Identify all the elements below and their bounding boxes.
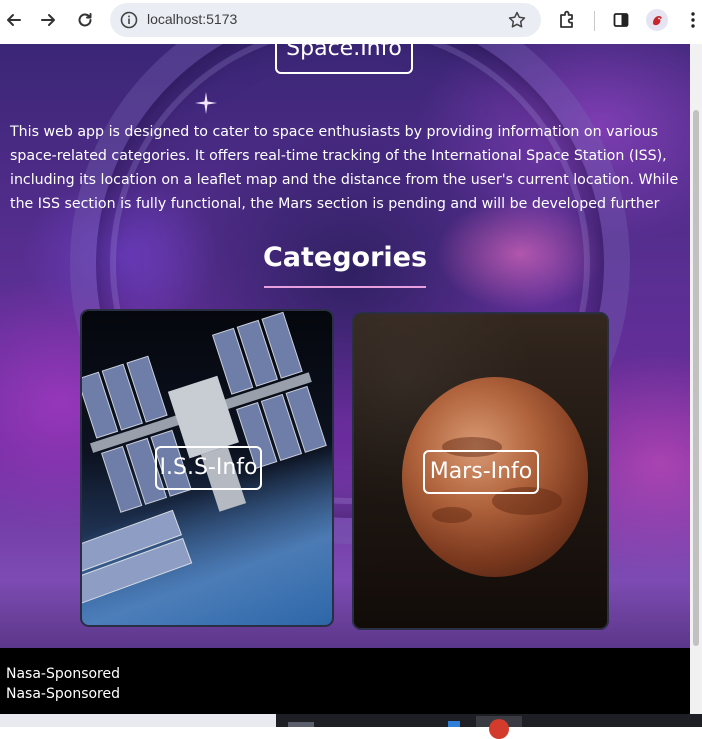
footer-text: Nasa-Sponsored bbox=[6, 666, 120, 682]
sparkle-icon bbox=[195, 92, 217, 114]
taskbar-browser-icon[interactable] bbox=[476, 716, 522, 739]
reload-icon bbox=[78, 13, 92, 27]
toolbar-divider bbox=[594, 11, 595, 31]
address-bar[interactable]: localhost:5173 bbox=[110, 3, 541, 37]
extensions-button[interactable] bbox=[553, 6, 581, 34]
browser-toolbar: localhost:5173 bbox=[0, 0, 702, 44]
forward-button[interactable] bbox=[34, 6, 62, 34]
scrollbar-thumb[interactable] bbox=[693, 110, 699, 646]
address-url[interactable]: localhost:5173 bbox=[147, 11, 237, 27]
reload-button[interactable] bbox=[71, 6, 99, 34]
kebab-menu-icon bbox=[691, 12, 695, 28]
side-panel-icon bbox=[613, 13, 629, 27]
taskbar-app-icon[interactable] bbox=[288, 722, 314, 727]
star-icon[interactable] bbox=[507, 10, 527, 30]
profile-avatar[interactable] bbox=[646, 9, 668, 31]
intro-paragraph: This web app is designed to cater to spa… bbox=[10, 124, 679, 212]
footer-text: Nasa-Sponsored bbox=[6, 686, 120, 702]
brand-logo-button[interactable]: Space.Info bbox=[275, 44, 413, 74]
back-button[interactable] bbox=[0, 6, 28, 34]
puzzle-icon bbox=[560, 10, 573, 28]
bird-icon bbox=[653, 16, 662, 26]
category-card-mars[interactable]: Mars-Info bbox=[352, 312, 609, 630]
iss-info-label[interactable]: I.S.S-Info bbox=[155, 446, 262, 490]
site-info-icon[interactable] bbox=[120, 11, 138, 29]
os-taskbar bbox=[0, 714, 702, 739]
arrow-left-icon bbox=[7, 14, 21, 26]
categories-underline bbox=[264, 286, 426, 288]
mars-info-label[interactable]: Mars-Info bbox=[423, 450, 539, 494]
arrow-right-icon bbox=[41, 14, 55, 26]
browser-menu-button[interactable] bbox=[679, 6, 702, 34]
category-card-iss[interactable]: I.S.S-Info bbox=[80, 309, 334, 627]
categories-heading: Categories bbox=[262, 242, 428, 273]
taskbar-app-icon[interactable] bbox=[448, 721, 460, 727]
side-panel-button[interactable] bbox=[607, 6, 635, 34]
site-footer: Nasa-Sponsored Nasa-Sponsored bbox=[0, 648, 690, 714]
page-viewport: Space.Info This web app is designed to c… bbox=[0, 44, 702, 714]
